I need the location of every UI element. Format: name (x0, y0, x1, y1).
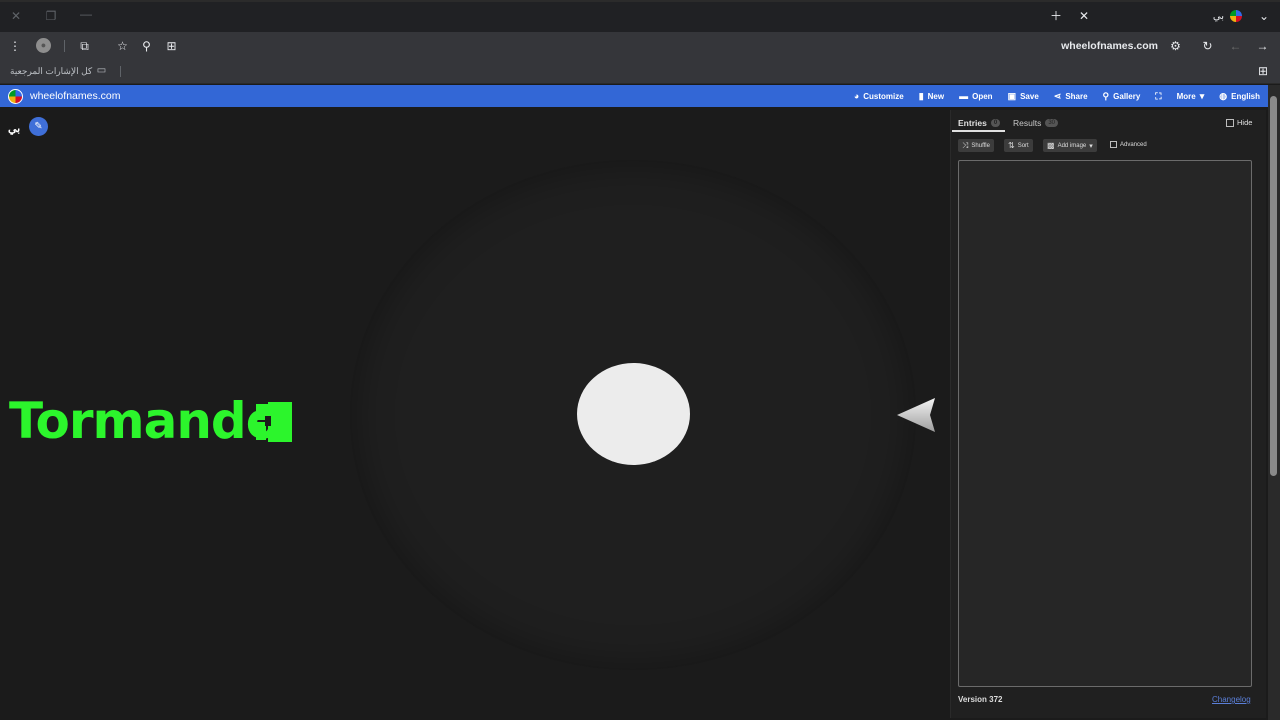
menu-dots-icon[interactable]: ⋮ (9, 39, 21, 53)
spin-status-text: Tormando (9, 392, 280, 450)
toolbar-separator (64, 40, 65, 52)
gallery-button[interactable]: ⚲ Gallery (1103, 91, 1141, 102)
tab-results[interactable]: Results 30 (1013, 118, 1059, 128)
version-label: Version 372 (958, 695, 1003, 704)
globe-icon: ◍ (1219, 90, 1228, 101)
image-icon: ▩ (1047, 141, 1055, 150)
fullscreen-button[interactable]: ⛶ (1155, 91, 1161, 102)
open-button[interactable]: ▬ Open (959, 91, 992, 101)
browser-tab-title[interactable]: بي (1213, 11, 1224, 22)
palette-icon: ◕ (853, 91, 860, 101)
spinner-glyph-icon (256, 402, 292, 442)
customize-button[interactable]: ◕ Customize (854, 91, 904, 101)
site-settings-icon[interactable]: ⚙ (1168, 38, 1183, 53)
apps-grid-icon[interactable]: ⊞ (1256, 64, 1270, 78)
fullscreen-icon: ⛶ (1155, 90, 1162, 101)
wheel-pointer-icon (897, 398, 935, 432)
all-bookmarks-link[interactable]: كل الإشارات المرجعية (10, 66, 92, 77)
entries-count-badge: 0 (990, 119, 1001, 127)
app-menu: ◕ Customize ▮ New ▬ Open ▣ Save ⋖ Share ⚲ Gall… (854, 85, 1260, 107)
new-button[interactable]: ▮ New (919, 91, 944, 102)
close-window-icon[interactable]: ✕ (9, 9, 23, 23)
brand-name[interactable]: wheelofnames.com (30, 90, 120, 102)
tab-entries[interactable]: Entries 0 (958, 118, 1001, 128)
extensions-icon[interactable]: ⧉ (77, 38, 92, 53)
wheel-title: بي (8, 123, 21, 135)
file-icon: ▮ (918, 90, 924, 101)
zoom-icon[interactable]: ⚲ (139, 38, 154, 53)
sort-button[interactable]: ⇅ Sort (1004, 139, 1033, 152)
bookmarks-separator (120, 66, 121, 77)
forward-icon[interactable]: ← (1228, 38, 1243, 53)
active-tab-indicator (952, 130, 1005, 132)
hide-checkbox-box[interactable] (1226, 118, 1234, 127)
save-icon: ▣ (1007, 90, 1017, 101)
entries-textarea[interactable] (958, 160, 1252, 687)
search-icon: ⚲ (1102, 90, 1110, 101)
changelog-link[interactable]: Changelog (1212, 695, 1251, 704)
minimize-window-icon[interactable]: — (79, 7, 93, 21)
language-button[interactable]: ◍ English (1219, 91, 1260, 102)
bookmarks-bar (0, 60, 1280, 84)
tab-search-icon[interactable]: ⌄ (1257, 9, 1271, 23)
back-icon[interactable]: → (1255, 38, 1270, 53)
chevron-down-icon: ▾ (1089, 142, 1093, 150)
wheel-logo-icon[interactable] (8, 89, 23, 104)
advanced-checkbox[interactable]: Advanced (1110, 141, 1147, 148)
profile-avatar-icon[interactable]: ● (36, 38, 51, 53)
close-tab-icon[interactable]: ✕ (1077, 9, 1091, 23)
folder-icon: ▭ (96, 65, 107, 76)
tab-favicon (1230, 10, 1242, 22)
edit-title-button[interactable]: ✎ (29, 117, 48, 136)
shuffle-icon: ⤨ (962, 140, 969, 150)
more-button[interactable]: More ▾ (1177, 91, 1205, 102)
hide-checkbox[interactable]: Hide (1226, 118, 1252, 127)
chevron-down-icon: ▾ (1199, 90, 1205, 101)
share-icon: ⋖ (1053, 90, 1062, 101)
wheel-hub[interactable] (577, 363, 690, 465)
bookmark-star-icon[interactable]: ☆ (115, 38, 130, 53)
advanced-checkbox-box[interactable] (1110, 141, 1117, 148)
translate-icon[interactable]: ⊞ (164, 38, 179, 53)
reload-icon[interactable]: ↻ (1200, 38, 1215, 53)
add-image-button[interactable]: ▩ Add image ▾ (1043, 139, 1097, 152)
sort-icon: ⇅ (1008, 141, 1015, 150)
results-count-badge: 30 (1045, 119, 1059, 127)
address-bar-url[interactable]: wheelofnames.com (1061, 40, 1158, 52)
page-scrollbar-thumb[interactable] (1270, 96, 1277, 476)
save-button[interactable]: ▣ Save (1008, 91, 1039, 102)
new-tab-icon[interactable]: ＋ (1049, 9, 1063, 23)
share-button[interactable]: ⋖ Share (1054, 91, 1088, 102)
pencil-icon: ✎ (34, 121, 43, 132)
shuffle-button[interactable]: ⤨ Shuffle (958, 139, 994, 152)
restore-window-icon[interactable]: ❐ (44, 9, 58, 23)
folder-open-icon: ▬ (959, 91, 969, 101)
